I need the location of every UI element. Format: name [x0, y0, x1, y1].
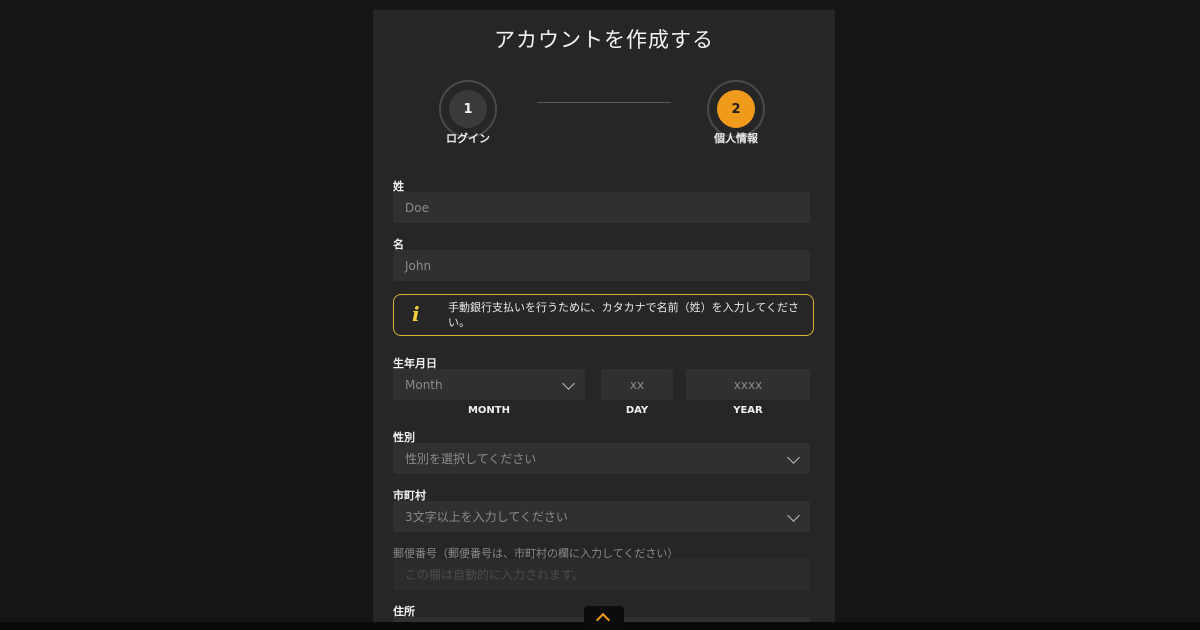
step-1-number: 1	[449, 90, 487, 128]
last-name-placeholder: Doe	[405, 200, 429, 215]
last-name-input[interactable]: Doe	[393, 192, 810, 223]
dob-year-input[interactable]: xxxx	[686, 369, 810, 400]
city-placeholder: 3文字以上を入力してください	[405, 510, 568, 524]
dob-day-label: DAY	[625, 405, 649, 416]
dob-day-placeholder: xx	[629, 377, 645, 392]
signup-panel: アカウントを作成する 1 ログイン 2 個人情報 姓 Doe 名 John i …	[373, 10, 835, 630]
postal-placeholder: この欄は自動的に入力されます。	[405, 568, 584, 582]
dob-day-input[interactable]: xx	[601, 369, 673, 400]
step-2-number: 2	[717, 90, 755, 128]
scroll-to-top-button[interactable]	[584, 606, 624, 630]
gender-placeholder: 性別を選択してください	[405, 452, 537, 466]
chevron-down-icon	[787, 451, 800, 464]
chevron-down-icon	[562, 377, 575, 390]
gender-select[interactable]: 性別を選択してください	[393, 443, 810, 474]
notice-text: 手動銀行支払いを行うために、カタカナで名前（姓）を入力してください。	[448, 301, 800, 329]
page-title: アカウントを作成する	[494, 28, 714, 52]
dob-year-label: YEAR	[733, 405, 763, 416]
dob-month-placeholder: Month	[405, 377, 443, 392]
info-icon: i	[412, 302, 420, 326]
step-2-label: 個人情報	[714, 132, 758, 145]
city-select[interactable]: 3文字以上を入力してください	[393, 501, 810, 532]
chevron-up-icon	[595, 612, 611, 628]
first-name-placeholder: John	[405, 258, 432, 273]
dob-month-label: MONTH	[467, 405, 510, 416]
dob-year-placeholder: xxxx	[733, 377, 763, 392]
chevron-down-icon	[787, 509, 800, 522]
first-name-input[interactable]: John	[393, 250, 810, 281]
katakana-notice: i 手動銀行支払いを行うために、カタカナで名前（姓）を入力してください。	[393, 294, 814, 336]
step-connector	[537, 102, 671, 103]
step-1-label: ログイン	[446, 132, 490, 145]
postal-input: この欄は自動的に入力されます。	[393, 559, 810, 590]
dob-month-select[interactable]: Month	[393, 369, 585, 400]
